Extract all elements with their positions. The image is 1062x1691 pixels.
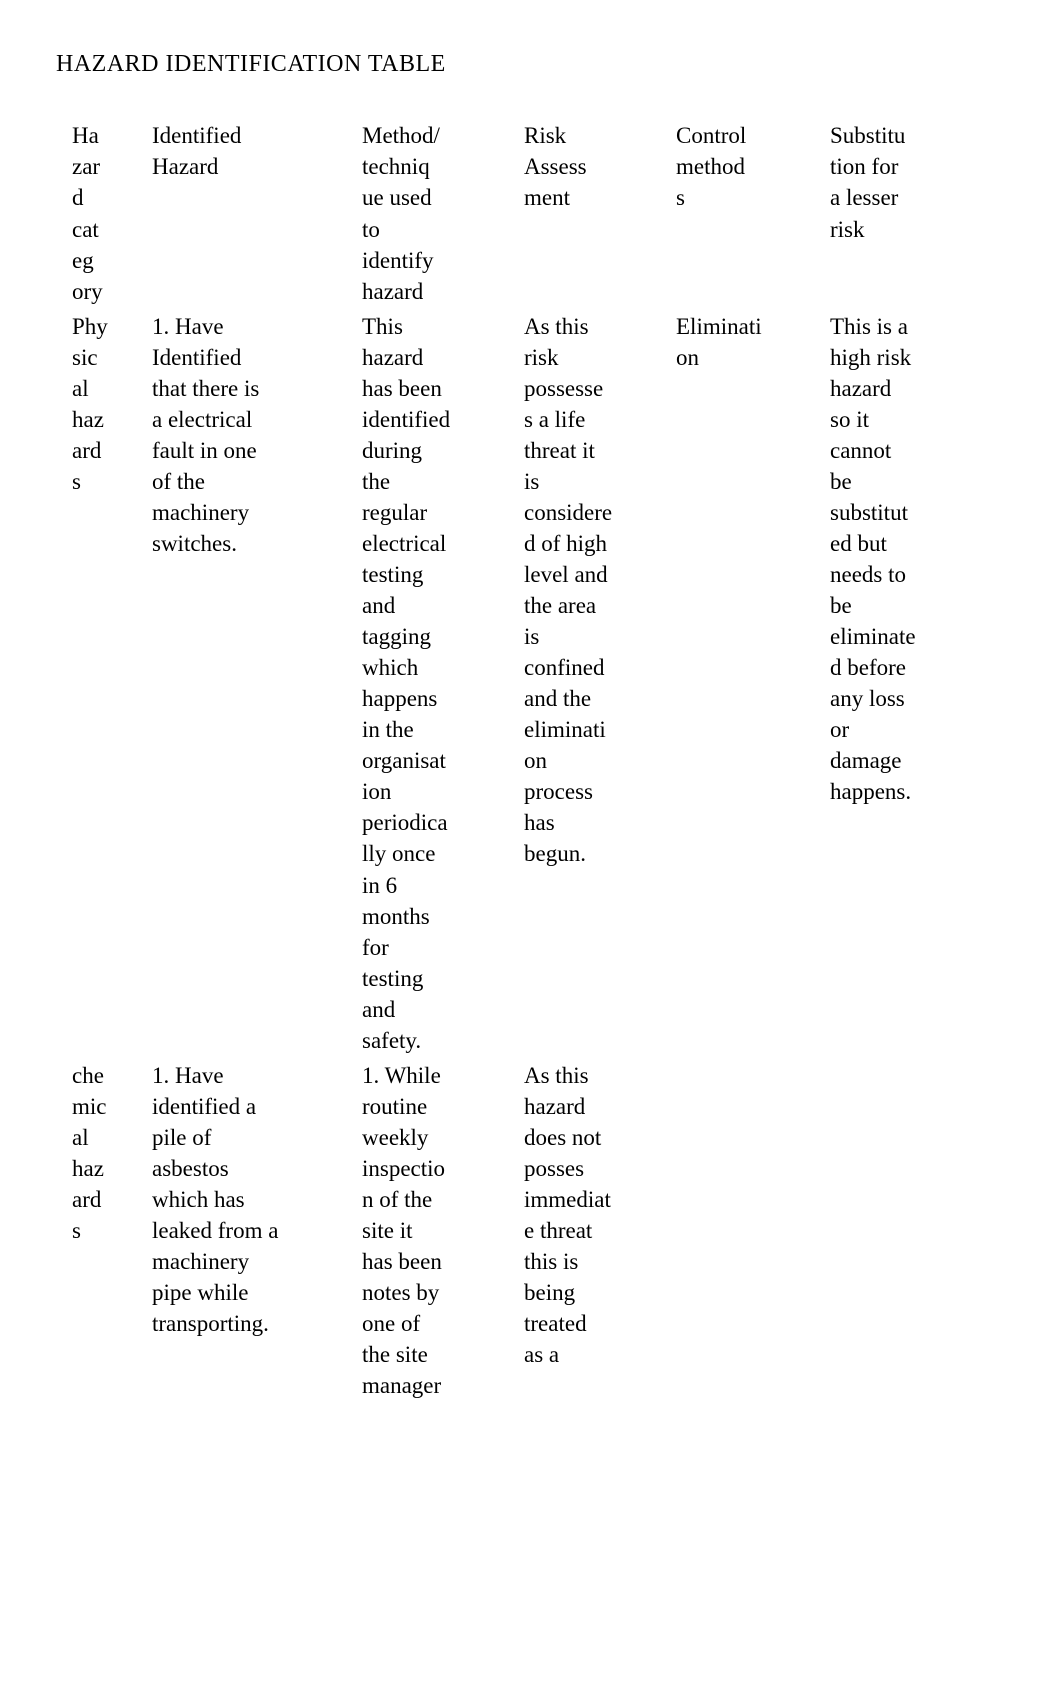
cell-identified-hazard: 1. Have identified a pile of asbestos wh… <box>152 1060 338 1339</box>
header-category: Ha zar d cat eg ory <box>72 120 128 306</box>
header-identified-hazard: Identified Hazard <box>152 120 338 182</box>
cell-identified-hazard: 1. Have Identified that there is a elect… <box>152 311 338 559</box>
header-control-methods: Control method s <box>676 120 806 213</box>
page-title: HAZARD IDENTIFICATION TABLE <box>56 48 1006 80</box>
cell-category: Phy sic al haz ard s <box>72 311 128 497</box>
cell-risk-assessment: As this risk possesse s a life threat it… <box>524 311 652 870</box>
cell-method: 1. While routine weekly inspectio n of t… <box>362 1060 500 1402</box>
header-risk-assessment: Risk Assess ment <box>524 120 652 213</box>
table-row: Phy sic al haz ard s 1. Have Identified … <box>72 311 998 1056</box>
cell-method: This hazard has been identified during t… <box>362 311 500 1056</box>
cell-risk-assessment: As this hazard does not posses immediat … <box>524 1060 652 1370</box>
cell-control-methods: Eliminati on <box>676 311 806 373</box>
header-substitution: Substitu tion for a lesser risk <box>830 120 944 244</box>
table-row: che mic al haz ard s 1. Have identified … <box>72 1060 998 1402</box>
hazard-table: Ha zar d cat eg ory Identified Hazard Me… <box>56 120 1006 1401</box>
cell-category: che mic al haz ard s <box>72 1060 128 1246</box>
header-method: Method/ techniq ue used to identify haza… <box>362 120 500 306</box>
table-header-row: Ha zar d cat eg ory Identified Hazard Me… <box>72 120 998 306</box>
cell-substitution: This is a high risk hazard so it cannot … <box>830 311 944 808</box>
